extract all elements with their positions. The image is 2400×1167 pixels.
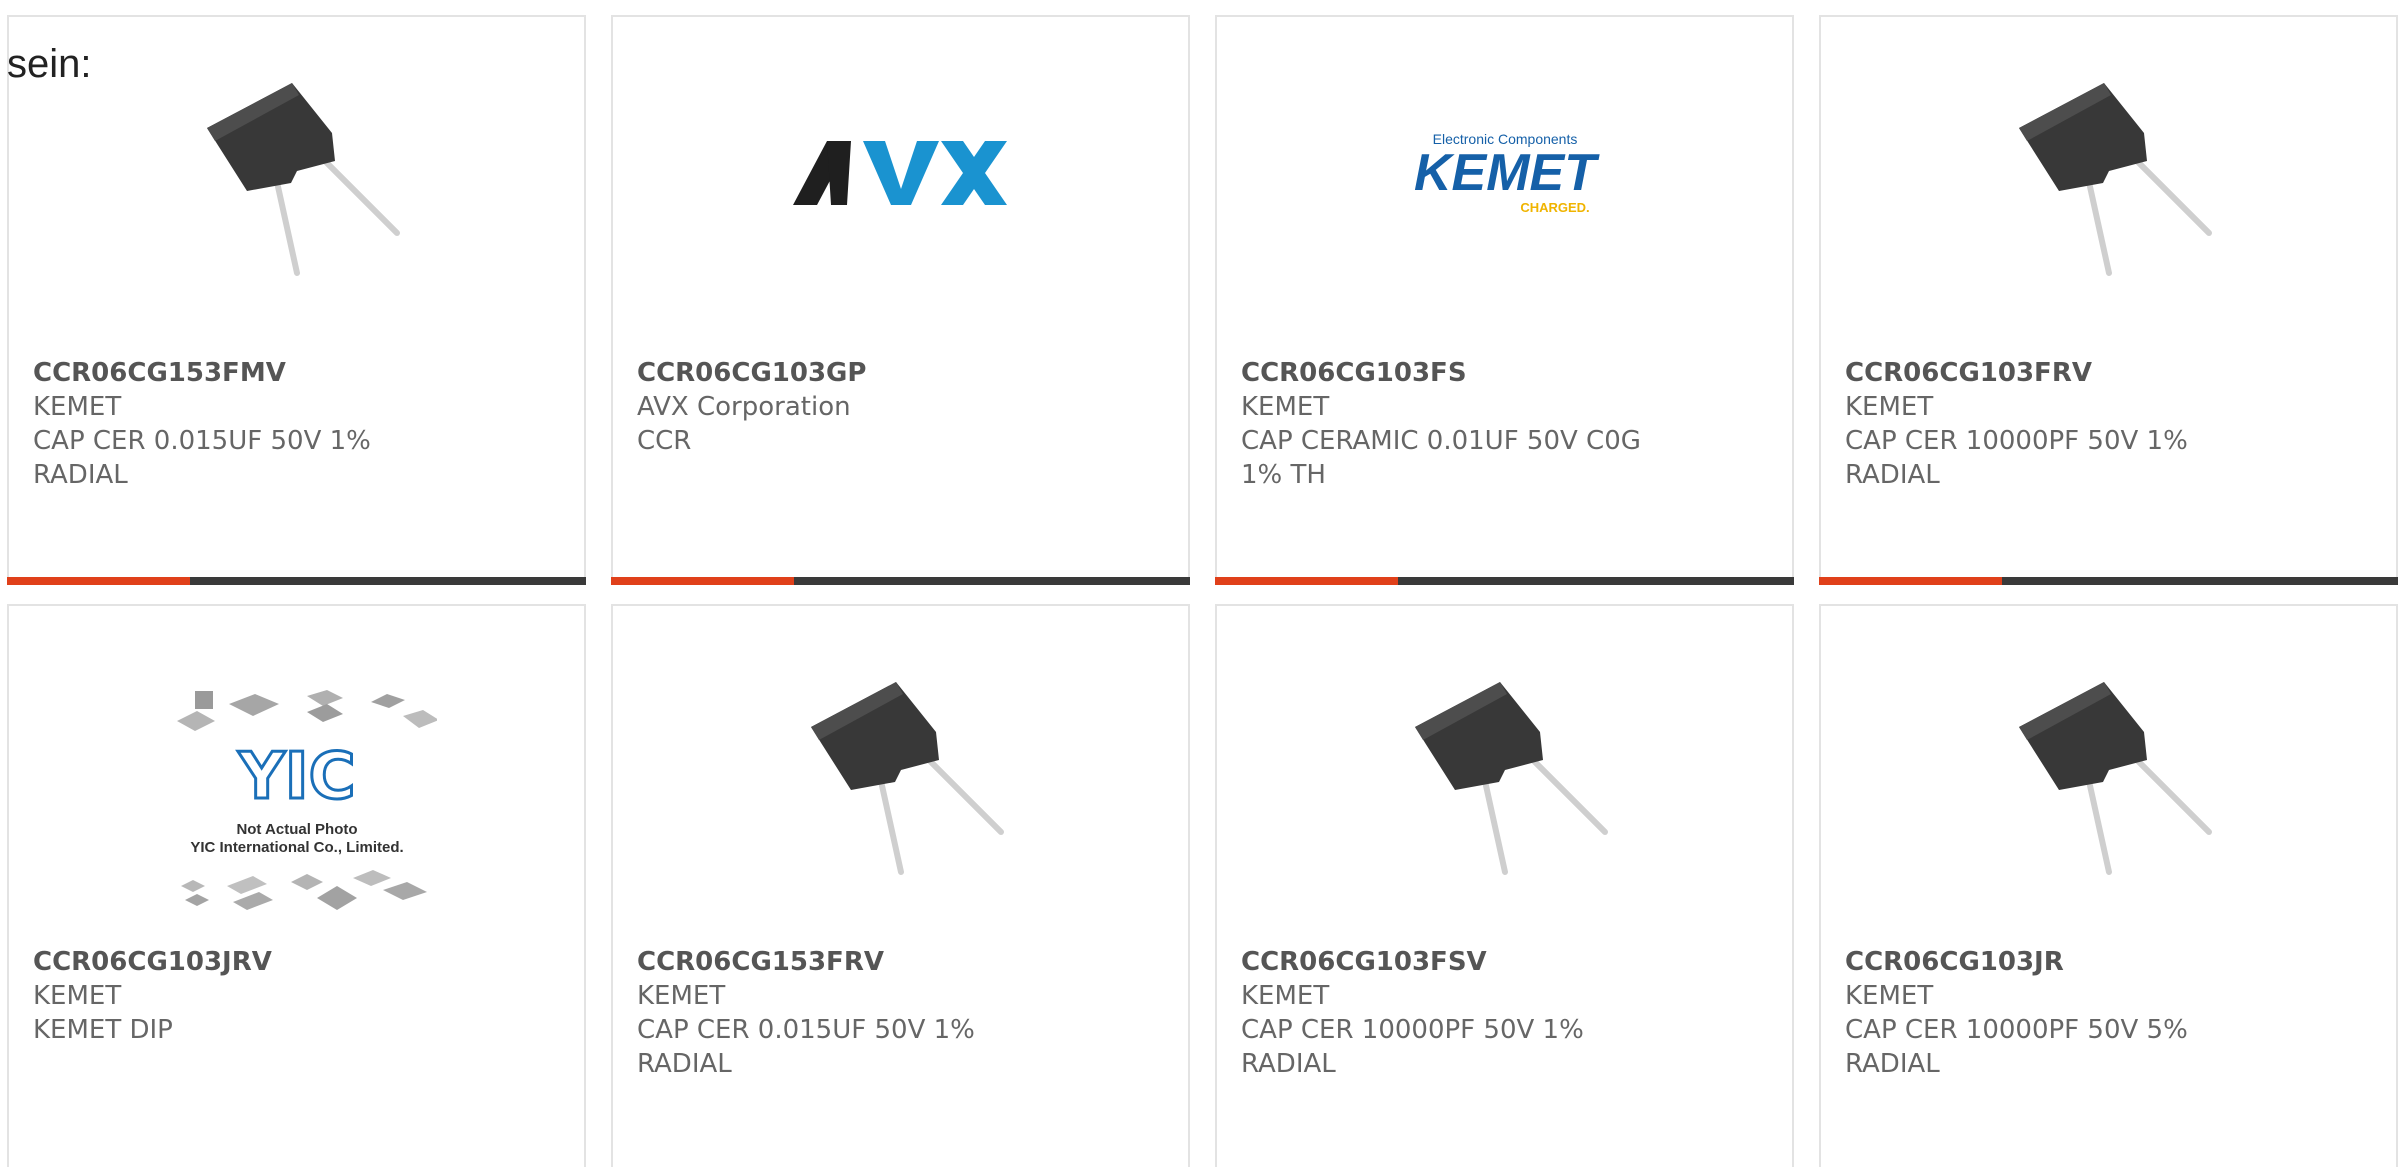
part-number[interactable]: CCR06CG153FMV	[33, 356, 433, 390]
product-image[interactable]	[1217, 666, 1792, 888]
description-line: CAP CER 10000PF 50V 1%	[1241, 1015, 1584, 1045]
product-card[interactable]: CCR06CG103FSV KEMET CAP CER 10000PF 50V …	[1215, 604, 1794, 1167]
description-line: CAP CER 0.015UF 50V 1%	[33, 426, 371, 456]
manufacturer: AVX Corporation	[637, 392, 851, 422]
description-line: RADIAL	[1845, 460, 1940, 490]
product-info: CCR06CG103JRV KEMET KEMET DIP	[33, 945, 433, 1047]
product-card[interactable]: YIC Not Actual Photo YIC International C…	[7, 604, 586, 1167]
yic-placeholder-icon: YIC Not Actual Photo YIC International C…	[176, 690, 437, 910]
product-grid: CCR06CG153FMV KEMET CAP CER 0.015UF 50V …	[7, 15, 2398, 1167]
description-line: CAP CER 10000PF 50V 1%	[1845, 426, 2188, 456]
yic-company-name: YIC International Co., Limited.	[190, 839, 403, 856]
manufacturer: KEMET	[1241, 981, 1330, 1011]
product-image[interactable]: YIC Not Actual Photo YIC International C…	[9, 686, 584, 926]
product-card[interactable]: CCR06CG103FRV KEMET CAP CER 10000PF 50V …	[1819, 15, 2398, 585]
product-card[interactable]: CCR06CG153FRV KEMET CAP CER 0.015UF 50V …	[611, 604, 1190, 1167]
product-info: CCR06CG153FMV KEMET CAP CER 0.015UF 50V …	[33, 356, 433, 492]
capacitor-image-icon	[1414, 682, 1608, 875]
part-number[interactable]: CCR06CG103JR	[1845, 945, 2245, 979]
yic-not-actual-photo: Not Actual Photo	[236, 821, 357, 838]
capacitor-image-icon	[206, 83, 400, 276]
product-card[interactable]: CCR06CG103JR KEMET CAP CER 10000PF 50V 5…	[1819, 604, 2398, 1167]
part-number[interactable]: CCR06CG103FSV	[1241, 945, 1641, 979]
part-number[interactable]: CCR06CG103GP	[637, 356, 1037, 390]
product-image[interactable]	[1821, 67, 2396, 289]
capacitor-image-icon	[2018, 83, 2212, 276]
capacitor-image-icon	[810, 682, 1004, 875]
manufacturer: KEMET	[33, 392, 122, 422]
card-accent-bar	[1819, 577, 2398, 585]
product-results-page: sein: CCR06CG153FMV KEMET CAP CER 0.015U…	[0, 0, 2400, 1167]
description-line: CAP CER 0.015UF 50V 1%	[637, 1015, 975, 1045]
product-info: CCR06CG103FSV KEMET CAP CER 10000PF 50V …	[1241, 945, 1641, 1081]
intro-text: sein:	[7, 42, 92, 86]
product-card[interactable]: CCR06CG153FMV KEMET CAP CER 0.015UF 50V …	[7, 15, 586, 585]
kemet-logo-icon: Electronic Components KEMET CHARGED.	[1414, 131, 1600, 215]
capacitor-image-icon	[2018, 682, 2212, 875]
description-line: KEMET DIP	[33, 1015, 173, 1045]
product-card[interactable]: Electronic Components KEMET CHARGED. CCR…	[1215, 15, 1794, 585]
product-image[interactable]	[613, 67, 1188, 289]
product-info: CCR06CG103FRV KEMET CAP CER 10000PF 50V …	[1845, 356, 2245, 492]
avx-logo-icon	[792, 141, 1007, 205]
product-info: CCR06CG153FRV KEMET CAP CER 0.015UF 50V …	[637, 945, 1037, 1081]
product-image[interactable]	[613, 666, 1188, 888]
kemet-logo-wordmark: KEMET	[1414, 144, 1600, 202]
manufacturer: KEMET	[1845, 392, 1934, 422]
description-line: CAP CER 10000PF 50V 5%	[1845, 1015, 2188, 1045]
product-image[interactable]: Electronic Components KEMET CHARGED.	[1217, 67, 1792, 289]
card-accent-bar	[1215, 577, 1794, 585]
product-card[interactable]: CCR06CG103GP AVX Corporation CCR	[611, 15, 1190, 585]
description-line: RADIAL	[1241, 1049, 1336, 1079]
product-image[interactable]	[9, 67, 584, 289]
manufacturer: KEMET	[33, 981, 122, 1011]
description-line: CCR	[637, 426, 692, 456]
description-line: 1% TH	[1241, 460, 1326, 490]
product-info: CCR06CG103FS KEMET CAP CERAMIC 0.01UF 50…	[1241, 356, 1641, 492]
manufacturer: KEMET	[1241, 392, 1330, 422]
description-line: RADIAL	[1845, 1049, 1940, 1079]
part-number[interactable]: CCR06CG103FS	[1241, 356, 1641, 390]
description-line: RADIAL	[33, 460, 128, 490]
yic-mark: YIC	[237, 740, 355, 814]
description-line: CAP CERAMIC 0.01UF 50V C0G	[1241, 426, 1641, 456]
description-line: RADIAL	[637, 1049, 732, 1079]
card-accent-bar	[7, 577, 586, 585]
product-info: CCR06CG103GP AVX Corporation CCR	[637, 356, 1037, 458]
card-accent-bar	[611, 577, 1190, 585]
product-image[interactable]	[1821, 666, 2396, 888]
manufacturer: KEMET	[637, 981, 726, 1011]
manufacturer: KEMET	[1845, 981, 1934, 1011]
part-number[interactable]: CCR06CG103JRV	[33, 945, 433, 979]
product-info: CCR06CG103JR KEMET CAP CER 10000PF 50V 5…	[1845, 945, 2245, 1081]
kemet-logo-subtext: CHARGED.	[1520, 200, 1589, 215]
part-number[interactable]: CCR06CG153FRV	[637, 945, 1037, 979]
part-number[interactable]: CCR06CG103FRV	[1845, 356, 2245, 390]
